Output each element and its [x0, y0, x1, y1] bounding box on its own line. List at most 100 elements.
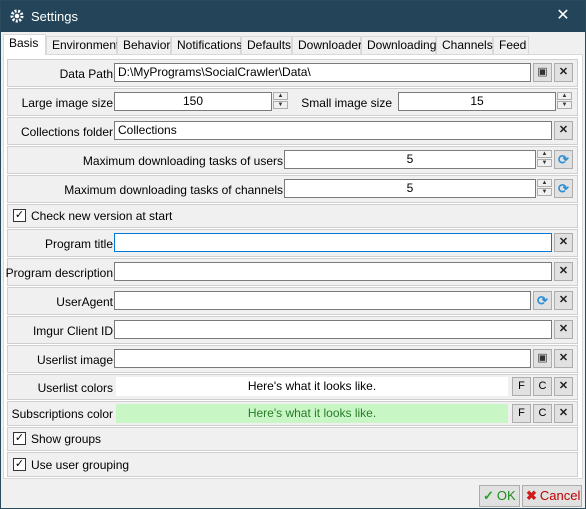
tab-downloading[interactable]: Downloading — [361, 36, 436, 54]
tab-behavior[interactable]: Behavior — [117, 36, 171, 54]
userlist-colors-sample: Here's what it looks like. — [116, 377, 508, 396]
program-title-row: Program title ✕ — [7, 229, 578, 257]
imgur-client-id-row: Imgur Client ID ✕ — [7, 316, 578, 344]
subscriptions-color-clear-button[interactable]: ✕ — [554, 404, 573, 423]
userlist-image-clear-button[interactable]: ✕ — [554, 349, 573, 368]
userlist-colors-row: Userlist colors Here's what it looks lik… — [7, 374, 578, 400]
data-path-label: Data Path — [59, 67, 113, 81]
tab-notifications[interactable]: Notifications — [171, 36, 242, 54]
data-path-input[interactable]: D:\MyPrograms\SocialCrawler\Data\ — [114, 63, 531, 82]
check-icon: ✓ — [14, 432, 25, 444]
userlist-colors-label: Userlist colors — [37, 381, 113, 395]
settings-window: Settings ✕ Basis Environment Behavior No… — [0, 0, 586, 509]
check-icon: ✓ — [14, 458, 25, 470]
max-tasks-users-label: Maximum downloading tasks of users — [82, 154, 283, 168]
subscriptions-color-label: Subscriptions color — [11, 407, 113, 421]
folder-icon: ▣ — [537, 352, 548, 364]
program-title-input[interactable] — [114, 233, 552, 252]
collections-folder-row: Collections folder Collections ✕ — [7, 117, 578, 145]
clear-icon: ✕ — [558, 124, 569, 136]
small-image-size-spinner[interactable]: ▲ ▼ — [557, 92, 572, 111]
large-image-size-input[interactable]: 150 — [114, 92, 272, 111]
program-description-input[interactable] — [114, 262, 552, 281]
window-title: Settings — [31, 9, 78, 24]
tab-basis[interactable]: Basis — [3, 34, 46, 55]
ok-check-icon: ✓ — [483, 488, 494, 503]
tab-feed[interactable]: Feed — [493, 36, 529, 54]
title-bar: Settings ✕ — [1, 1, 585, 32]
use-user-grouping-label: Use user grouping — [31, 458, 130, 472]
large-image-size-label: Large image size — [21, 96, 113, 110]
clear-icon: ✕ — [558, 352, 569, 364]
cancel-x-icon: ✖ — [526, 488, 537, 503]
image-size-row: Large image size 150 ▲ ▼ Small image size… — [7, 88, 578, 116]
clear-icon: ✕ — [558, 236, 569, 248]
userlist-image-label: Userlist image — [36, 353, 113, 367]
user-agent-refresh-button[interactable]: ⟳ — [533, 291, 552, 310]
refresh-icon: ⟳ — [558, 152, 569, 167]
max-tasks-users-input[interactable]: 5 — [284, 150, 536, 169]
ok-label: OK — [496, 488, 516, 503]
userlist-image-input[interactable] — [114, 349, 531, 368]
imgur-client-id-input[interactable] — [114, 320, 552, 339]
tab-channels[interactable]: Channels — [436, 36, 493, 54]
use-user-grouping-checkbox[interactable]: ✓ — [13, 458, 26, 471]
small-image-size-label: Small image size — [301, 96, 392, 110]
program-description-label: Program description — [5, 266, 113, 280]
collections-folder-label: Collections folder — [20, 125, 113, 139]
subscriptions-color-row: Subscriptions color Here's what it looks… — [7, 401, 578, 426]
program-description-clear-button[interactable]: ✕ — [554, 262, 573, 281]
program-title-label: Program title — [44, 237, 113, 251]
collections-folder-input[interactable]: Collections — [114, 121, 552, 140]
max-tasks-users-spinner[interactable]: ▲ ▼ — [537, 150, 552, 169]
close-window-button[interactable]: ✕ — [541, 1, 585, 32]
clear-icon: ✕ — [558, 294, 569, 306]
small-image-size-input[interactable]: 15 — [398, 92, 556, 111]
clear-icon: ✕ — [558, 265, 569, 277]
data-path-row: Data Path D:\MyPrograms\SocialCrawler\Da… — [7, 59, 578, 87]
refresh-icon: ⟳ — [558, 181, 569, 196]
use-user-grouping-row: ✓ Use user grouping — [7, 452, 578, 477]
subscriptions-color-font-button[interactable]: F — [512, 404, 531, 423]
userlist-colors-color-button[interactable]: C — [533, 377, 552, 396]
show-groups-label: Show groups — [31, 432, 102, 446]
program-title-clear-button[interactable]: ✕ — [554, 233, 573, 252]
gear-icon — [10, 9, 24, 23]
cancel-button[interactable]: ✖ Cancel — [522, 485, 582, 507]
data-path-clear-button[interactable]: ✕ — [554, 63, 573, 82]
folder-icon: ▣ — [537, 66, 548, 78]
refresh-icon: ⟳ — [537, 293, 548, 308]
imgur-client-id-clear-button[interactable]: ✕ — [554, 320, 573, 339]
cancel-label: Cancel — [539, 488, 581, 503]
program-description-row: Program description ✕ — [5, 258, 578, 286]
check-new-version-row: ✓ Check new version at start — [7, 204, 578, 228]
clear-icon: ✕ — [558, 380, 569, 392]
collections-folder-clear-button[interactable]: ✕ — [554, 121, 573, 140]
user-agent-label: UserAgent — [56, 295, 113, 309]
check-icon: ✓ — [14, 209, 25, 221]
tab-downloader[interactable]: Downloader — [292, 36, 362, 54]
tab-defaults[interactable]: Defaults — [241, 36, 292, 54]
userlist-image-row: Userlist image ▣ ✕ — [7, 345, 578, 373]
subscriptions-color-sample: Here's what it looks like. — [116, 404, 508, 423]
max-tasks-channels-refresh-button[interactable]: ⟳ — [554, 179, 573, 198]
max-tasks-channels-spinner[interactable]: ▲ ▼ — [537, 179, 552, 198]
data-path-browse-button[interactable]: ▣ — [533, 63, 552, 82]
subscriptions-color-color-button[interactable]: C — [533, 404, 552, 423]
user-agent-input[interactable] — [114, 291, 531, 310]
show-groups-checkbox[interactable]: ✓ — [13, 432, 26, 445]
check-new-version-checkbox[interactable]: ✓ — [13, 209, 26, 222]
userlist-colors-font-button[interactable]: F — [512, 377, 531, 396]
tab-environment[interactable]: Environment — [46, 36, 119, 54]
max-tasks-channels-label: Maximum downloading tasks of channels — [64, 183, 283, 197]
userlist-colors-clear-button[interactable]: ✕ — [554, 377, 573, 396]
ok-button[interactable]: ✓ OK — [479, 485, 520, 507]
userlist-image-browse-button[interactable]: ▣ — [533, 349, 552, 368]
clear-icon: ✕ — [558, 407, 569, 419]
large-image-size-spinner[interactable]: ▲ ▼ — [273, 92, 288, 111]
clear-icon: ✕ — [558, 66, 569, 78]
max-tasks-channels-input[interactable]: 5 — [284, 179, 536, 198]
max-tasks-users-row: Maximum downloading tasks of users 5 ▲ ▼ … — [7, 146, 578, 174]
max-tasks-users-refresh-button[interactable]: ⟳ — [554, 150, 573, 169]
user-agent-clear-button[interactable]: ✕ — [554, 291, 573, 310]
